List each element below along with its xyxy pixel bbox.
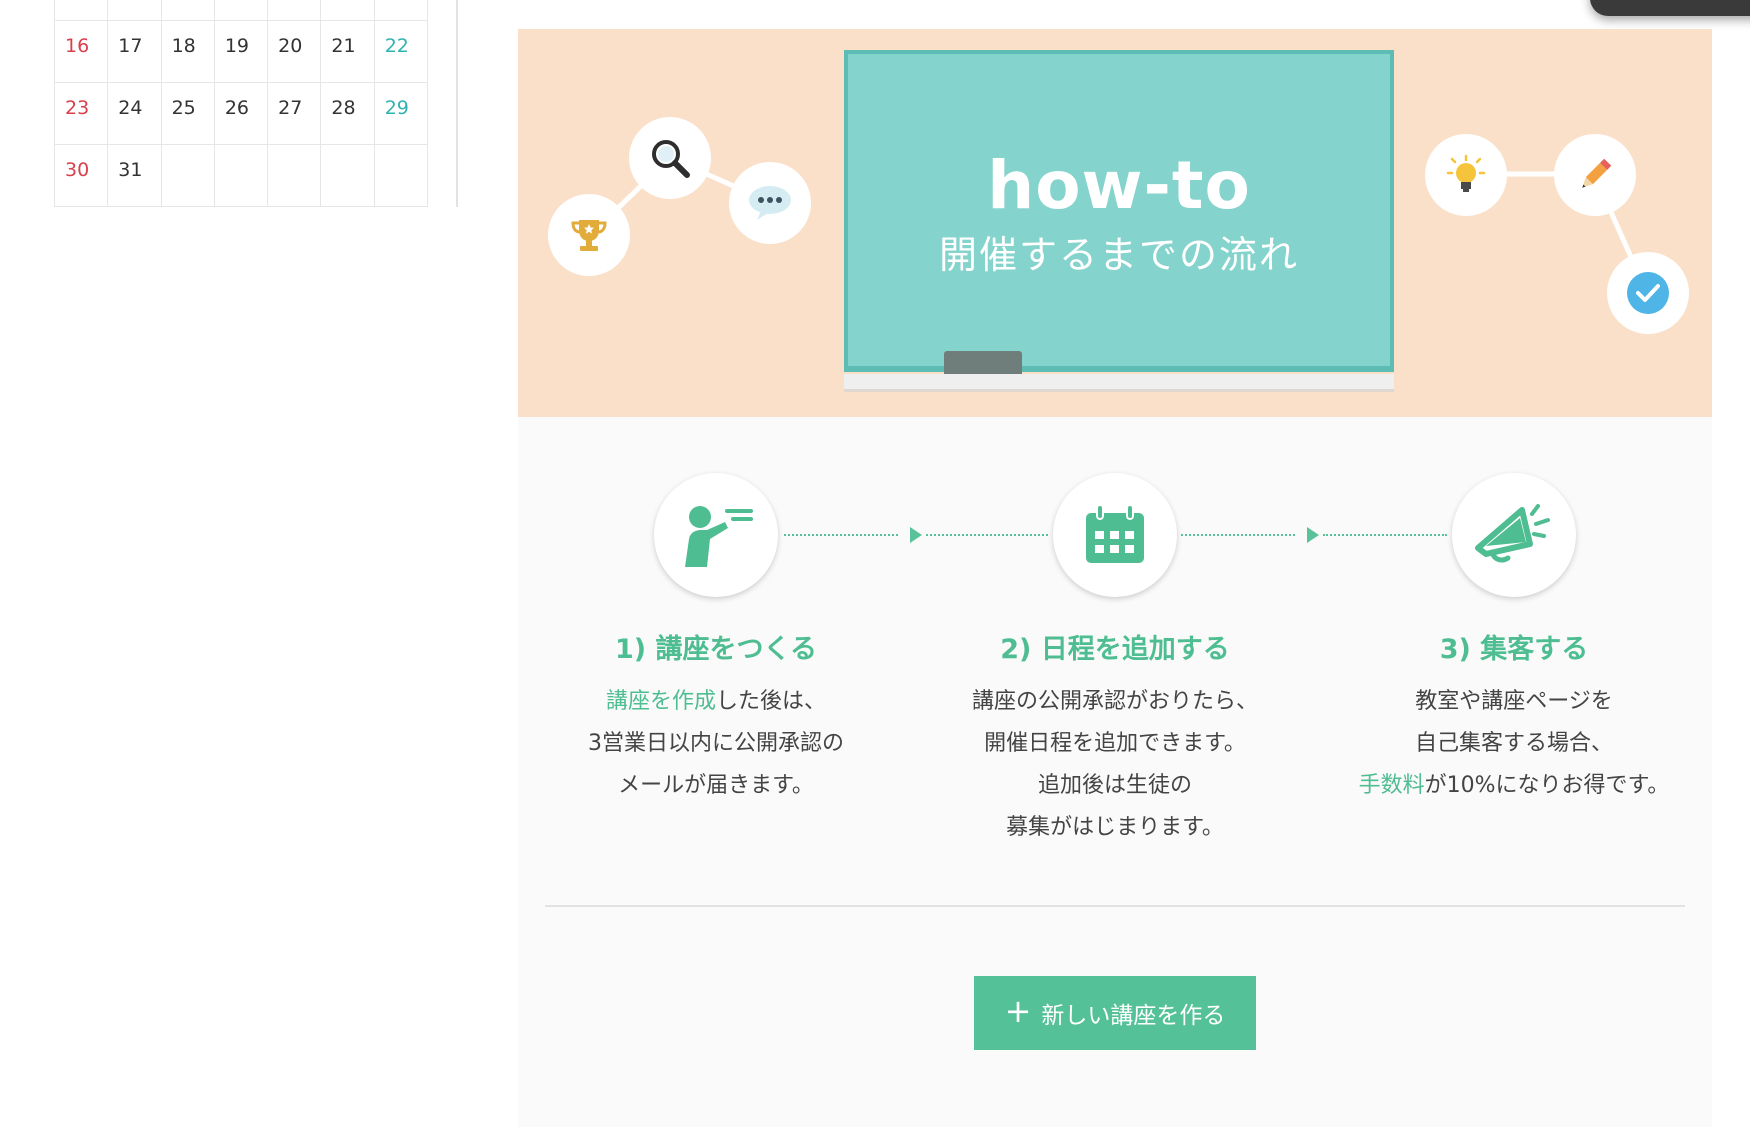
calendar-day[interactable] [320,0,375,21]
create-new-course-label: 新しい講座を作る [1041,1003,1226,1029]
speech-bubble-icon [729,162,811,244]
calendar-day-sunday[interactable]: 30 [53,144,109,207]
megaphone-icon [1475,504,1550,563]
step-connector [926,534,1048,536]
calendar-day[interactable]: 27 [267,82,322,145]
calendar-week: 23 24 25 26 27 28 29 [53,82,429,145]
calendar-day[interactable]: 19 [213,20,269,83]
chalkboard-tray [844,374,1394,392]
step-1-text: 3営業日以内に公開承認の [588,731,844,756]
calendar-day[interactable] [213,0,269,21]
calendar-day[interactable]: 18 [160,20,215,83]
step-1-text: した後は、 [716,689,827,714]
create-new-course-button[interactable]: + 新しい講座を作る [974,976,1256,1050]
calendar-day[interactable] [107,0,162,21]
step-1-title: 1) 講座をつくる [615,634,817,665]
section-divider [545,905,1685,907]
step-arrow [1307,527,1319,543]
plus-icon: + [1004,992,1032,1030]
step-2-description: 講座の公開承認がおりたら、 開催日程を追加できます。 追加後は生徒の 募集がはじ… [915,681,1315,849]
chalkboard-eraser [944,351,1022,375]
trophy-icon [548,194,630,276]
calendar-day[interactable] [53,0,109,21]
calendar-day[interactable]: 21 [320,20,375,83]
calendar-day-sunday[interactable]: 23 [53,82,109,145]
step-3-description: 教室や講座ページを 自己集客する場合、 手数料が10%になりお得です。 [1314,681,1714,807]
calendar-day [320,144,375,207]
calendar-day-sunday[interactable]: 16 [53,20,109,83]
step-2-text: 開催日程を追加できます。 [984,731,1246,756]
calendar-week: 30 31 [53,144,429,207]
calendar-day[interactable]: 28 [320,82,375,145]
howto-hero-banner: how-to 開催するまでの流れ [518,29,1712,417]
step-1-circle [654,473,778,597]
page-root: 16 17 18 19 20 21 22 23 24 25 26 27 28 2… [0,0,1750,1144]
calendar-day[interactable]: 26 [213,82,269,145]
step-2-text: 募集がはじまります。 [1006,815,1224,840]
hero-title: how-to [987,147,1251,224]
magnifier-icon [629,117,711,199]
step-3-text: が10%になりお得です。 [1424,773,1670,798]
column-divider [456,0,458,207]
create-course-link[interactable]: 講座を作成 [606,689,716,714]
calendar-day-saturday[interactable]: 29 [373,82,429,145]
step-arrow [910,527,922,543]
calendar-day[interactable] [160,0,215,21]
step-connector [1181,534,1295,536]
teacher-icon [685,506,753,567]
step-2-text: 追加後は生徒の [1037,773,1192,798]
calendar-day[interactable]: 20 [267,20,322,83]
calendar-day [213,144,269,207]
pencil-icon [1554,134,1636,216]
step-1-description: 講座を作成した後は、 3営業日以内に公開承認の メールが届きます。 [516,681,916,807]
calendar-day[interactable]: 31 [107,144,162,207]
calendar-day[interactable] [267,0,322,21]
calendar-day[interactable]: 25 [160,82,215,145]
step-3-circle [1452,473,1576,597]
calendar-week: 16 17 18 19 20 21 22 [53,20,429,83]
step-3-text: 教室や講座ページを [1415,689,1613,714]
step-2-circle [1053,473,1177,597]
step-2-title: 2) 日程を追加する [1000,634,1230,665]
calendar-day-saturday[interactable]: 22 [373,20,429,83]
lightbulb-icon [1425,134,1507,216]
step-2-text: 講座の公開承認がおりたら、 [971,689,1258,714]
howto-steps-section: 1) 講座をつくる 講座を作成した後は、 3営業日以内に公開承認の メールが届き… [518,417,1712,1127]
floating-panel-edge[interactable] [1590,0,1750,16]
calendar-day [267,144,322,207]
calendar-day [373,144,429,207]
calendar-grid: 16 17 18 19 20 21 22 23 24 25 26 27 28 2… [53,0,429,207]
step-3-title: 3) 集客する [1439,634,1589,665]
check-icon [1607,252,1689,334]
hero-subtitle: 開催するまでの流れ [938,233,1299,277]
calendar-day[interactable]: 17 [107,20,162,83]
calendar-day [160,144,215,207]
calendar-day[interactable]: 24 [107,82,162,145]
step-connector [784,534,898,536]
calendar-icon [1086,504,1144,563]
calendar-day[interactable] [373,0,429,21]
step-1-text: メールが届きます。 [618,773,814,798]
step-3-text: 自己集客する場合、 [1414,731,1613,756]
calendar-week [53,0,429,21]
fee-link[interactable]: 手数料 [1359,773,1425,798]
step-connector [1323,534,1447,536]
